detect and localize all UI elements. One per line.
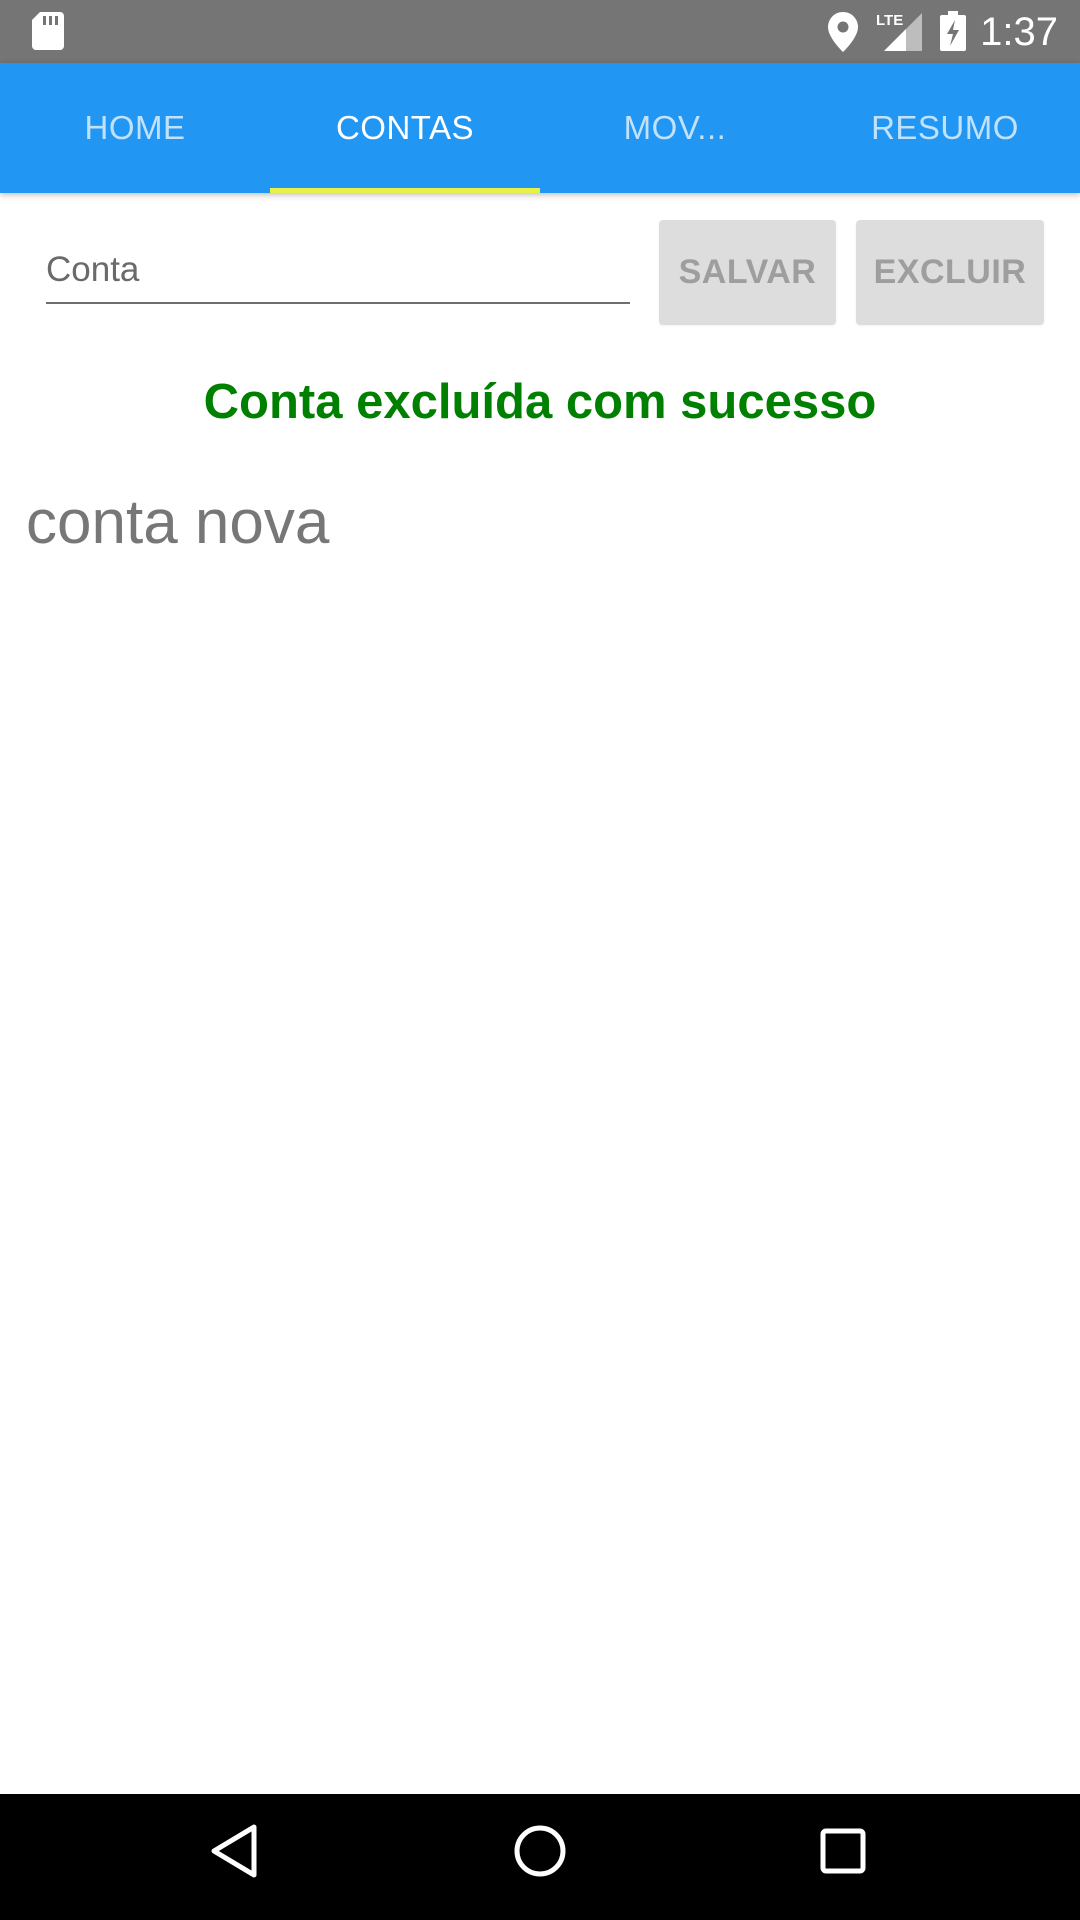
app-bar: HOME CONTAS MOV... RESUMO — [0, 63, 1080, 193]
conta-input[interactable] — [46, 238, 630, 304]
tab-label: MOV... — [623, 109, 727, 146]
tab-indicator — [270, 188, 540, 193]
save-button[interactable]: SALVAR — [659, 220, 836, 325]
status-bar: LTE 1:37 — [0, 0, 1080, 63]
battery-charging-icon — [940, 11, 966, 56]
success-message: Conta excluída com sucesso — [203, 375, 877, 429]
location-icon — [828, 12, 858, 57]
list-item[interactable]: conta nova — [26, 486, 329, 560]
screen: LTE 1:37 HOME CONTAS MOV... RESUMO Conta… — [0, 0, 1080, 1920]
tab-label: CONTAS — [335, 109, 475, 146]
delete-button[interactable]: EXCLUIR — [856, 220, 1044, 325]
tab-resumo[interactable]: RESUMO — [810, 63, 1080, 193]
sd-card-icon — [32, 12, 64, 55]
svg-text:LTE: LTE — [876, 12, 903, 29]
tab-contas[interactable]: CONTAS — [270, 63, 540, 193]
home-icon[interactable] — [512, 1823, 568, 1884]
recents-icon[interactable] — [818, 1823, 868, 1884]
tab-home[interactable]: HOME — [0, 63, 270, 193]
back-icon[interactable] — [210, 1823, 258, 1884]
status-time: 1:37 — [980, 10, 1058, 54]
signal-icon: LTE — [876, 11, 922, 58]
tab-bar: HOME CONTAS MOV... RESUMO — [0, 63, 1080, 193]
tab-movimentos[interactable]: MOV... — [540, 63, 810, 193]
navigation-bar — [0, 1794, 1080, 1920]
tab-label: HOME — [84, 109, 186, 146]
tab-label: RESUMO — [871, 109, 1019, 146]
